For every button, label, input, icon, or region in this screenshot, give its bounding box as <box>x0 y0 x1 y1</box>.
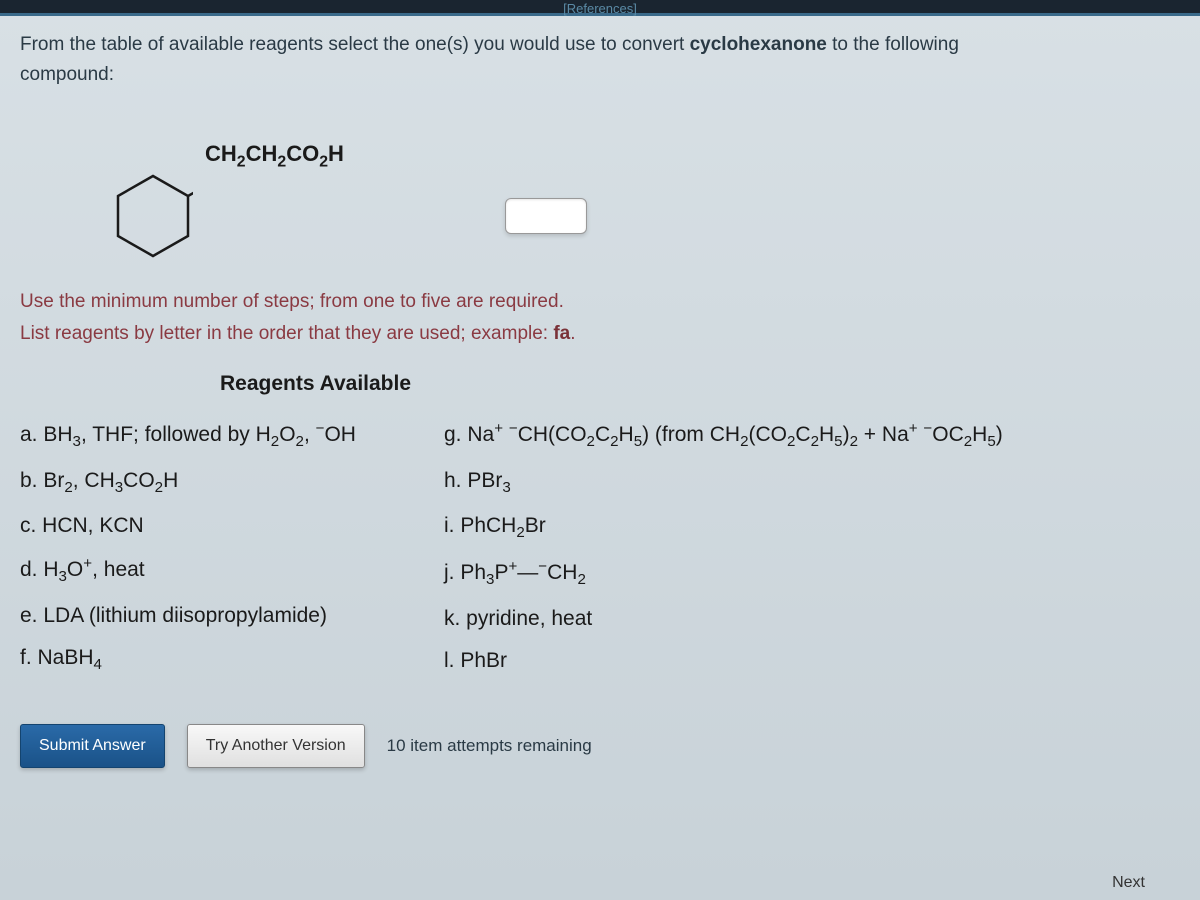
question-line1-suffix: to the following <box>827 34 959 55</box>
content-area: From the table of available reagents sel… <box>0 16 1200 768</box>
answer-input[interactable] <box>505 198 587 234</box>
attempts-remaining: 10 item attempts remaining <box>387 736 592 756</box>
reagent-b: b. Br2, CH3CO2H <box>20 466 420 498</box>
structure-row: CH2CH2CO2H <box>95 126 1180 256</box>
reagent-h: h. PBr3 <box>444 466 1003 498</box>
substituent-label: CH2CH2CO2H <box>205 141 344 171</box>
cyclohexane-ring-icon <box>113 171 193 261</box>
question-line2: compound: <box>20 64 114 85</box>
reagents-table: a. BH3, THF; followed by H2O2, −OH b. Br… <box>20 418 1180 675</box>
instructions: Use the minimum number of steps; from on… <box>20 286 1180 351</box>
reagent-f: f. NaBH4 <box>20 643 420 675</box>
reagent-k: k. pyridine, heat <box>444 604 1003 633</box>
reagent-l: l. PhBr <box>444 646 1003 675</box>
button-row: Submit Answer Try Another Version 10 ite… <box>20 724 1180 768</box>
question-prompt: From the table of available reagents sel… <box>20 30 1180 91</box>
reagent-j: j. Ph3P+—−CH2 <box>444 556 1003 590</box>
question-line1-bold: cyclohexanone <box>690 34 827 55</box>
reagents-column-right: g. Na+ −CH(CO2C2H5) (from CH2(CO2C2H5)2 … <box>444 418 1003 675</box>
reagent-e: e. LDA (lithium diisopropylamide) <box>20 601 420 630</box>
next-nav[interactable]: Next <box>1112 874 1145 892</box>
reagent-i: i. PhCH2Br <box>444 511 1003 543</box>
example-text: fa <box>553 323 570 344</box>
submit-answer-button[interactable]: Submit Answer <box>20 724 165 768</box>
question-line1-prefix: From the table of available reagents sel… <box>20 34 690 55</box>
reagent-d: d. H3O+, heat <box>20 553 420 587</box>
instruction-line1: Use the minimum number of steps; from on… <box>20 286 1180 318</box>
reagents-column-left: a. BH3, THF; followed by H2O2, −OH b. Br… <box>20 418 420 675</box>
try-another-version-button[interactable]: Try Another Version <box>187 724 365 768</box>
reagent-c: c. HCN, KCN <box>20 511 420 540</box>
instruction-line2: List reagents by letter in the order tha… <box>20 318 1180 350</box>
top-bar: [References] <box>0 0 1200 16</box>
reagents-heading: Reagents Available <box>220 372 1180 396</box>
references-link[interactable]: [References] <box>563 1 637 16</box>
reagent-a: a. BH3, THF; followed by H2O2, −OH <box>20 418 420 452</box>
molecule-structure: CH2CH2CO2H <box>95 126 375 256</box>
reagent-g: g. Na+ −CH(CO2C2H5) (from CH2(CO2C2H5)2 … <box>444 418 1003 452</box>
